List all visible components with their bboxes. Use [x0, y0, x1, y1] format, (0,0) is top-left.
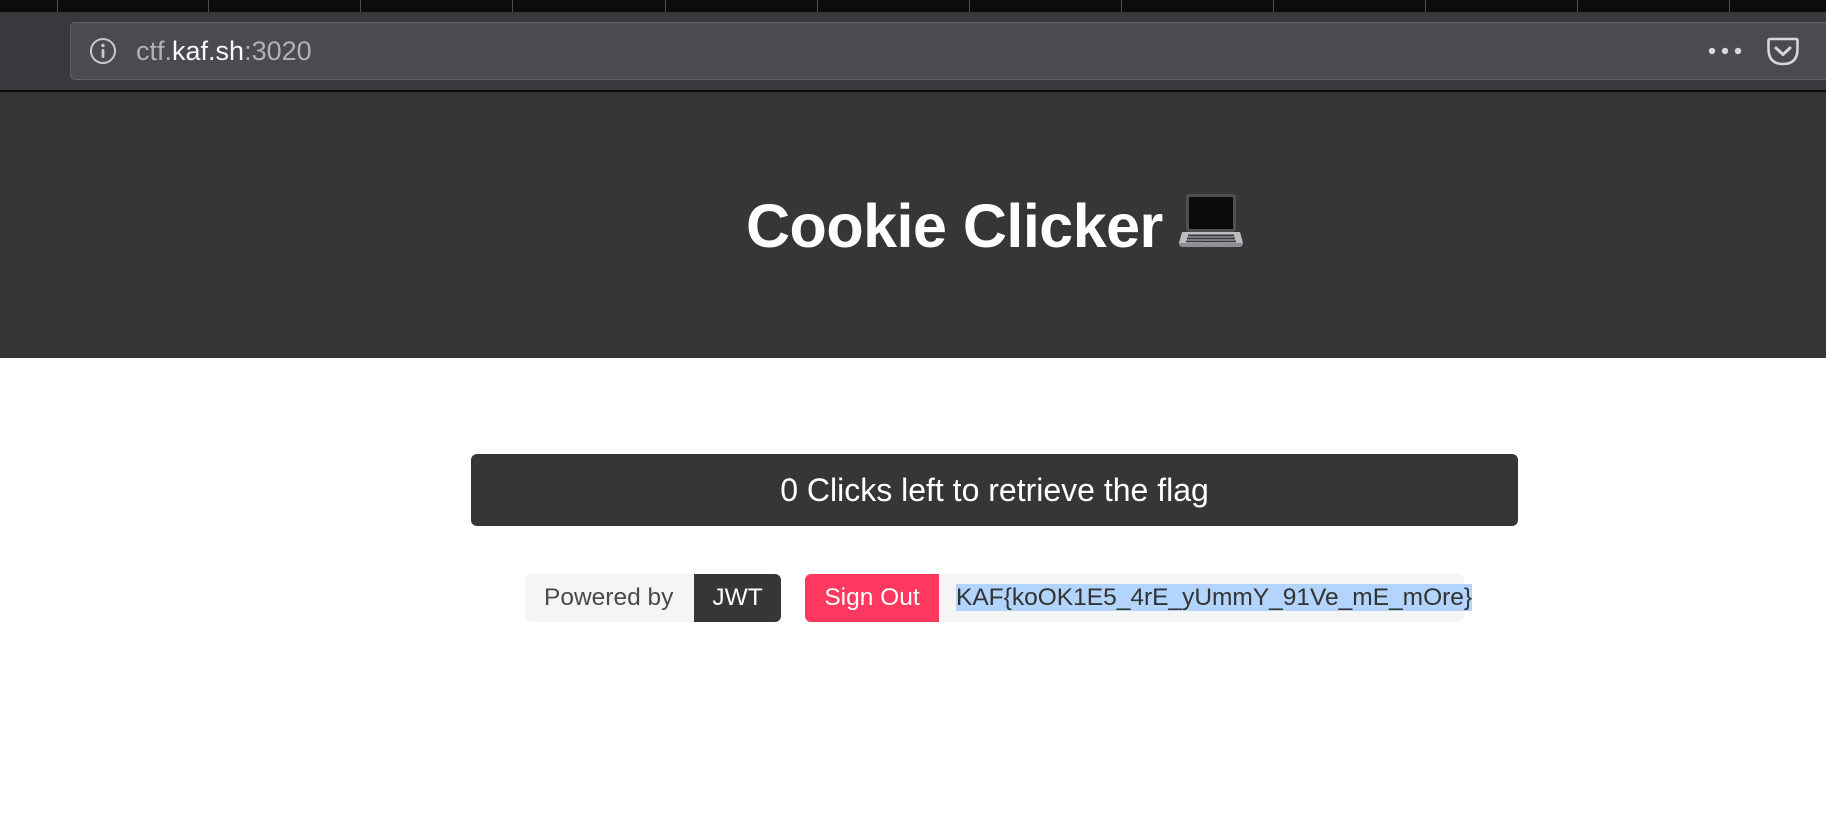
tab-divider	[1425, 0, 1426, 12]
address-bar-url[interactable]: ctf.kaf.sh:3020	[136, 23, 312, 79]
tab-divider	[817, 0, 818, 12]
jwt-tag: JWT	[694, 574, 781, 622]
page-header: Cookie Clicker	[0, 92, 1826, 358]
url-subdomain: ctf.	[136, 36, 173, 66]
browser-toolbar: ctf.kaf.sh:3020	[0, 12, 1826, 92]
page-title: Cookie Clicker	[746, 192, 1163, 260]
powered-by-label: Powered by	[525, 574, 694, 622]
url-host: kaf.sh	[172, 36, 245, 66]
tab-divider	[1273, 0, 1274, 12]
flag-text[interactable]: KAF{koOK1E5_4rE_yUmmY_91Ve_mE_mOre}	[956, 584, 1473, 611]
info-icon[interactable]	[89, 37, 117, 65]
laptop-icon	[1179, 194, 1243, 247]
sign-out-button[interactable]: Sign Out	[805, 574, 939, 622]
address-bar[interactable]: ctf.kaf.sh:3020	[70, 22, 1826, 80]
tab-divider	[1121, 0, 1122, 12]
pocket-icon[interactable]	[1766, 35, 1800, 67]
flag-tag: KAF{koOK1E5_4rE_yUmmY_91Ve_mE_mOre}	[939, 574, 1473, 622]
tab-divider	[512, 0, 513, 12]
url-port: :3020	[244, 36, 312, 66]
tab-divider	[1577, 0, 1578, 12]
tab-divider	[969, 0, 970, 12]
clicks-left-button[interactable]: 0 Clicks left to retrieve the flag	[471, 454, 1518, 526]
more-icon[interactable]	[1706, 41, 1744, 61]
tab-divider	[1729, 0, 1730, 12]
tab-divider	[665, 0, 666, 12]
tab-divider	[208, 0, 209, 12]
tab-divider	[57, 0, 58, 12]
tab-divider	[360, 0, 361, 12]
browser-tab-strip	[0, 0, 1826, 12]
